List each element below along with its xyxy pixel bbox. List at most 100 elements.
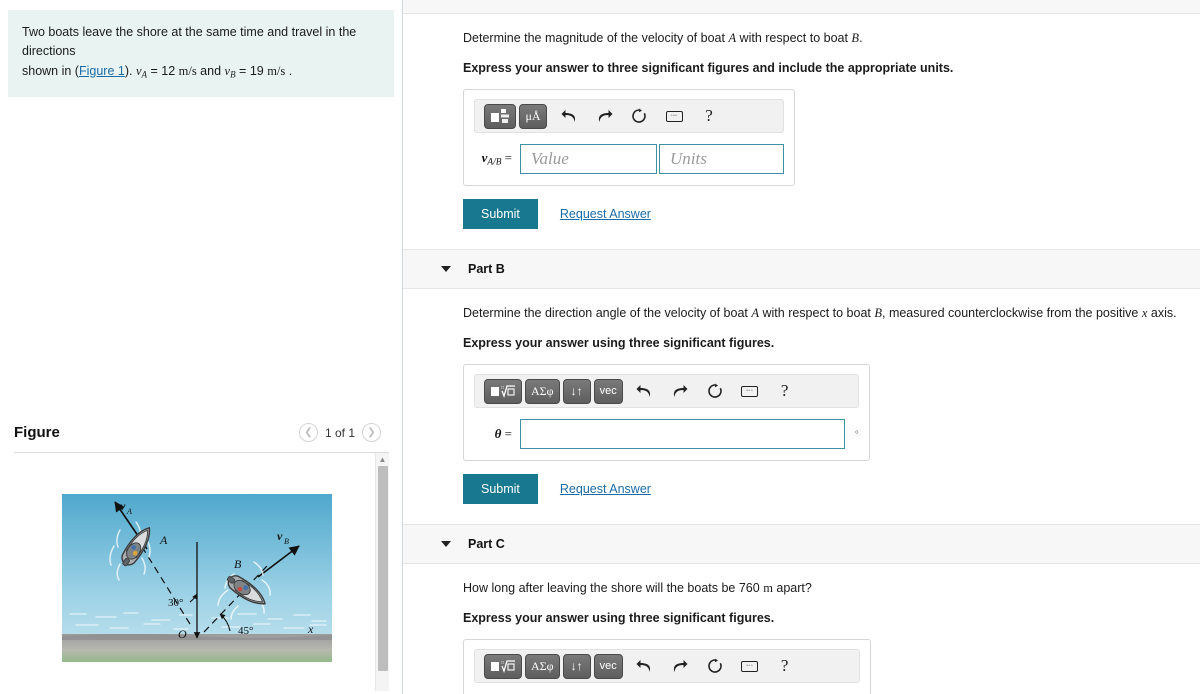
help-icon[interactable]: ?: [772, 653, 798, 679]
part-c-answer-box: □ ΑΣφ ↓↑ vec ▫▫▫ ?: [463, 639, 871, 694]
part-a-body: Determine the magnitude of the velocity …: [403, 14, 1200, 229]
figure-next-button[interactable]: ❯: [362, 423, 381, 442]
part-b-instruction: Express your answer using three signific…: [463, 335, 775, 350]
vb-value: = 19: [235, 63, 268, 78]
boat-b-label: B: [234, 557, 242, 571]
part-b-answer-input[interactable]: [520, 419, 845, 449]
part-b-input-row: θ = °: [474, 419, 859, 449]
vector-a-label: v: [120, 499, 126, 513]
part-b-title: Part B: [468, 262, 505, 276]
part-b-answer-box: □ ΑΣφ ↓↑ vec ▫▫▫ ? θ = °: [463, 364, 870, 461]
vector-b-subscript: B: [284, 537, 289, 546]
figure-viewport: v A A v B B 30° 45° O x ▲: [14, 453, 389, 691]
help-icon[interactable]: ?: [772, 378, 798, 404]
part-b-submit-button[interactable]: Submit: [463, 474, 538, 504]
sentence-end: .: [285, 63, 293, 78]
figure-scrollbar[interactable]: ▲: [375, 453, 389, 691]
part-b-prompt-end: , measured counterclockwise from the pos…: [882, 306, 1142, 320]
part-a-prompt: Determine the magnitude of the velocity …: [463, 30, 1200, 48]
scrollbar-thumb[interactable]: [378, 466, 388, 671]
part-c-instruction: Express your answer using three signific…: [463, 610, 775, 625]
template-icon-svg: [491, 109, 509, 123]
part-c-title: Part C: [468, 537, 505, 551]
greek-letters-icon[interactable]: ΑΣφ: [525, 378, 560, 404]
figure-page-label: 1 of 1: [324, 425, 355, 440]
vector-icon[interactable]: vec: [593, 378, 623, 404]
problem-line-2-post: ).: [124, 63, 136, 78]
part-a-header[interactable]: [403, 0, 1200, 14]
sort-arrows-icon[interactable]: ↓↑: [562, 653, 591, 679]
scroll-up-arrow-icon[interactable]: ▲: [376, 453, 389, 466]
sqrt-icon-svg: □: [491, 385, 515, 398]
figure-diagram: v A A v B B 30° 45° O x: [62, 494, 332, 667]
template-icon[interactable]: [484, 103, 516, 129]
part-a-prompt-end: .: [859, 31, 863, 45]
mastering-physics-page: Two boats leave the shore at the same ti…: [0, 0, 1200, 694]
figure-prev-button[interactable]: ❮: [298, 423, 318, 442]
part-b-toolbar: □ ΑΣφ ↓↑ vec ▫▫▫ ?: [474, 374, 859, 408]
svg-text:□: □: [501, 661, 504, 666]
redo-icon[interactable]: [591, 103, 617, 129]
part-a-units-input[interactable]: Units: [659, 144, 784, 174]
reset-icon[interactable]: [626, 103, 652, 129]
help-icon[interactable]: ?: [696, 103, 722, 129]
part-a-request-answer-link[interactable]: Request Answer: [560, 207, 651, 221]
part-b-var-a: A: [751, 306, 760, 320]
x-axis-label: x: [307, 622, 314, 636]
chevron-left-icon: ❮: [304, 426, 313, 438]
part-c-prompt-post: apart?: [772, 581, 812, 595]
redo-icon[interactable]: [667, 653, 693, 679]
collapse-caret-icon[interactable]: [441, 541, 451, 547]
part-b-input-label: θ =: [474, 426, 512, 442]
figure-1-link[interactable]: Figure 1: [79, 64, 125, 78]
part-b-request-answer-link[interactable]: Request Answer: [560, 482, 651, 496]
boats-diagram-svg: v A A v B B 30° 45° O x: [62, 494, 332, 662]
units-icon[interactable]: μÅ: [519, 103, 547, 129]
part-c-prompt-pre: How long after leaving the shore will th…: [463, 581, 764, 595]
part-a-instruction: Express your answer to three significant…: [463, 60, 954, 75]
part-a-var-a: A: [728, 31, 737, 45]
sqrt-icon[interactable]: □: [484, 378, 522, 404]
boat-a-label: A: [159, 533, 168, 547]
part-a-answer-box: μÅ ▫▫▫ ? vA/B = Value Units: [463, 89, 795, 186]
part-b-header[interactable]: Part B: [403, 249, 1200, 289]
part-b-body: Determine the direction angle of the vel…: [403, 289, 1200, 504]
part-b-prompt-mid: with respect to boat: [759, 306, 875, 320]
part-a-submit-button[interactable]: Submit: [463, 199, 538, 229]
keyboard-icon[interactable]: ▫▫▫: [661, 103, 687, 129]
part-a-label-eq: =: [501, 150, 512, 166]
reset-icon[interactable]: [702, 653, 728, 679]
reset-icon[interactable]: [702, 378, 728, 404]
part-a-prompt-mid: with respect to boat: [736, 31, 852, 45]
part-c-body: How long after leaving the shore will th…: [403, 564, 1200, 694]
left-panel: Two boats leave the shore at the same ti…: [0, 0, 403, 694]
va-units: m/s: [178, 63, 197, 78]
part-b-actions: Submit Request Answer: [463, 474, 1200, 504]
vector-a-subscript: A: [126, 507, 132, 516]
part-a-toolbar: μÅ ▫▫▫ ?: [474, 99, 784, 133]
figure-pager: ❮ 1 of 1 ❯: [298, 423, 381, 442]
part-c-toolbar: □ ΑΣφ ↓↑ vec ▫▫▫ ?: [474, 649, 860, 683]
vector-icon[interactable]: vec: [593, 653, 623, 679]
undo-icon[interactable]: [632, 378, 658, 404]
undo-icon[interactable]: [556, 103, 582, 129]
part-b-degree-suffix: °: [855, 429, 859, 439]
keyboard-icon[interactable]: ▫▫▫: [737, 653, 763, 679]
part-a-value-input[interactable]: Value: [520, 144, 657, 174]
sort-arrows-icon[interactable]: ↓↑: [562, 378, 591, 404]
collapse-caret-icon[interactable]: [441, 266, 451, 272]
sqrt-icon[interactable]: □: [484, 653, 522, 679]
keyboard-icon[interactable]: ▫▫▫: [737, 378, 763, 404]
part-b-label-eq: =: [501, 426, 512, 441]
figure-header: Figure ❮ 1 of 1 ❯: [0, 415, 403, 452]
right-panel: Determine the magnitude of the velocity …: [403, 0, 1200, 694]
part-b-prompt-tail: axis.: [1147, 306, 1177, 320]
part-c-header[interactable]: Part C: [403, 524, 1200, 564]
figure-title: Figure: [14, 424, 60, 441]
vector-b-label: v: [277, 529, 283, 543]
chevron-right-icon: ❯: [367, 426, 376, 438]
figure-block: Figure ❮ 1 of 1 ❯ v A A v B B 30° 45° O …: [0, 415, 403, 694]
undo-icon[interactable]: [632, 653, 658, 679]
greek-letters-icon[interactable]: ΑΣφ: [525, 653, 560, 679]
redo-icon[interactable]: [667, 378, 693, 404]
